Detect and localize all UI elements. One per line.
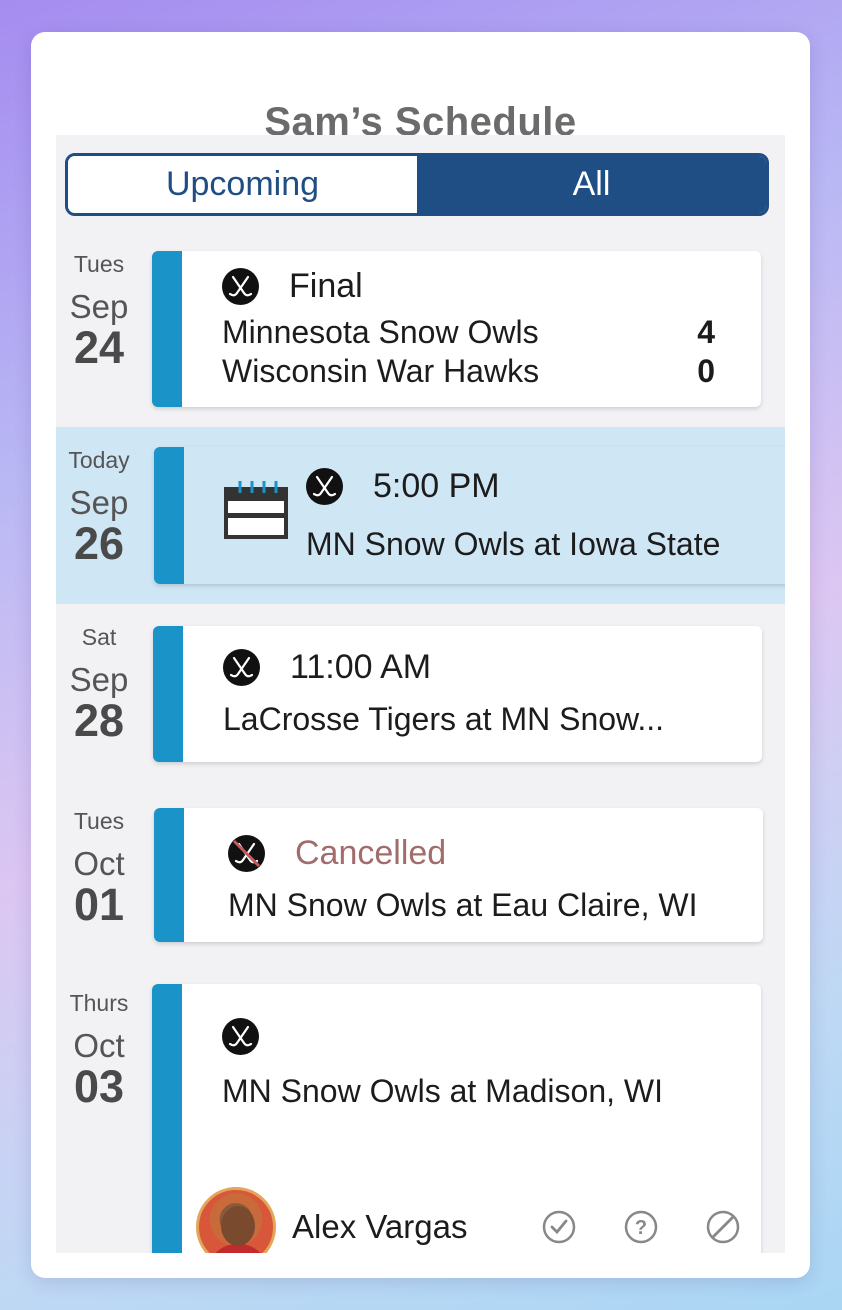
hockey-sticks-icon — [306, 468, 343, 505]
event-time: 5:00 PM — [373, 467, 500, 505]
event-card[interactable]: 11:00 AM LaCrosse Tigers at MN Snow... — [153, 626, 762, 762]
away-team: Wisconsin War Hawks — [222, 353, 540, 389]
hockey-sticks-cancelled-icon — [228, 835, 265, 872]
event-card[interactable]: Final Minnesota Snow Owls 4 Wisconsin Wa… — [152, 251, 761, 407]
event-time: 11:00 AM — [290, 648, 432, 686]
date-month: Sep — [69, 661, 129, 698]
event-matchup: LaCrosse Tigers at MN Snow... — [223, 701, 665, 737]
event-date: Today Sep 26 — [56, 447, 142, 566]
schedule-row: Tues Sep 24 Final Minnesota Snow Owls 4 — [56, 247, 785, 427]
event-color-bar — [153, 626, 183, 762]
home-team: Minnesota Snow Owls — [222, 314, 539, 350]
date-weekday: Today — [68, 447, 130, 473]
hockey-sticks-icon — [223, 649, 260, 686]
schedule-row-today: Today Sep 26 5:00 PM MN Snow Owls at Iow… — [56, 427, 785, 604]
date-weekday: Sat — [81, 624, 117, 650]
check-icon[interactable] — [541, 1209, 577, 1245]
schedule-row: Sat Sep 28 11:00 AM LaCrosse Tigers at M… — [56, 604, 785, 786]
date-month: Sep — [69, 484, 129, 521]
event-color-bar — [152, 984, 182, 1253]
event-date: Tues Oct 01 — [56, 808, 142, 927]
event-matchup: MN Snow Owls at Eau Claire, WI — [228, 887, 698, 923]
schedule-row: Tues Oct 01 Cancelled MN Snow Owls at Ea… — [56, 786, 785, 968]
event-card[interactable]: Cancelled MN Snow Owls at Eau Claire, WI — [154, 808, 763, 942]
home-score: 4 — [697, 314, 715, 350]
tab-all[interactable]: All — [417, 156, 766, 213]
attendee-name: Alex Vargas — [292, 1208, 468, 1245]
attendee-row: Alex Vargas ? — [196, 1187, 761, 1253]
tab-upcoming[interactable]: Upcoming — [68, 156, 417, 213]
date-day: 26 — [73, 518, 125, 569]
schedule-panel[interactable]: Upcoming All Tues Sep 24 Final Minnesota… — [56, 135, 785, 1253]
event-date: Thurs Oct 03 — [56, 990, 142, 1109]
date-day: 03 — [73, 1061, 125, 1112]
away-score: 0 — [697, 353, 715, 389]
date-month: Sep — [69, 288, 129, 325]
rsvp-actions: ? — [541, 1209, 741, 1245]
event-status: Final — [289, 267, 363, 305]
hockey-sticks-icon — [222, 268, 259, 305]
calendar-icon — [224, 477, 288, 546]
decline-icon[interactable] — [705, 1209, 741, 1245]
date-weekday: Tues — [73, 808, 125, 834]
svg-text:?: ? — [635, 1217, 647, 1239]
avatar — [196, 1187, 276, 1253]
event-matchup: MN Snow Owls at Madison, WI — [222, 1073, 663, 1109]
event-color-bar — [152, 251, 182, 407]
date-day: 01 — [73, 879, 125, 930]
date-month: Oct — [73, 845, 125, 882]
date-day: 24 — [73, 322, 125, 373]
schedule-card: Sam’s Schedule Upcoming All Tues Sep 24 — [31, 32, 810, 1278]
schedule-row: Thurs Oct 03 MN Snow Owls at Madison, WI — [56, 968, 785, 1253]
event-date: Sat Sep 28 — [56, 624, 142, 743]
view-toggle: Upcoming All — [65, 153, 769, 216]
event-color-bar — [154, 808, 184, 942]
event-date: Tues Sep 24 — [56, 251, 142, 370]
question-icon[interactable]: ? — [623, 1209, 659, 1245]
date-month: Oct — [73, 1027, 125, 1064]
date-weekday: Thurs — [69, 990, 129, 1016]
event-color-bar — [154, 447, 184, 584]
date-weekday: Tues — [73, 251, 125, 277]
event-card[interactable]: 5:00 PM MN Snow Owls at Iowa State — [154, 447, 785, 584]
event-matchup: MN Snow Owls at Iowa State — [306, 526, 721, 562]
date-day: 28 — [73, 695, 125, 746]
event-status: Cancelled — [295, 834, 447, 872]
event-card[interactable]: MN Snow Owls at Madison, WI Alex Vargas … — [152, 984, 761, 1253]
hockey-sticks-icon — [222, 1018, 259, 1055]
